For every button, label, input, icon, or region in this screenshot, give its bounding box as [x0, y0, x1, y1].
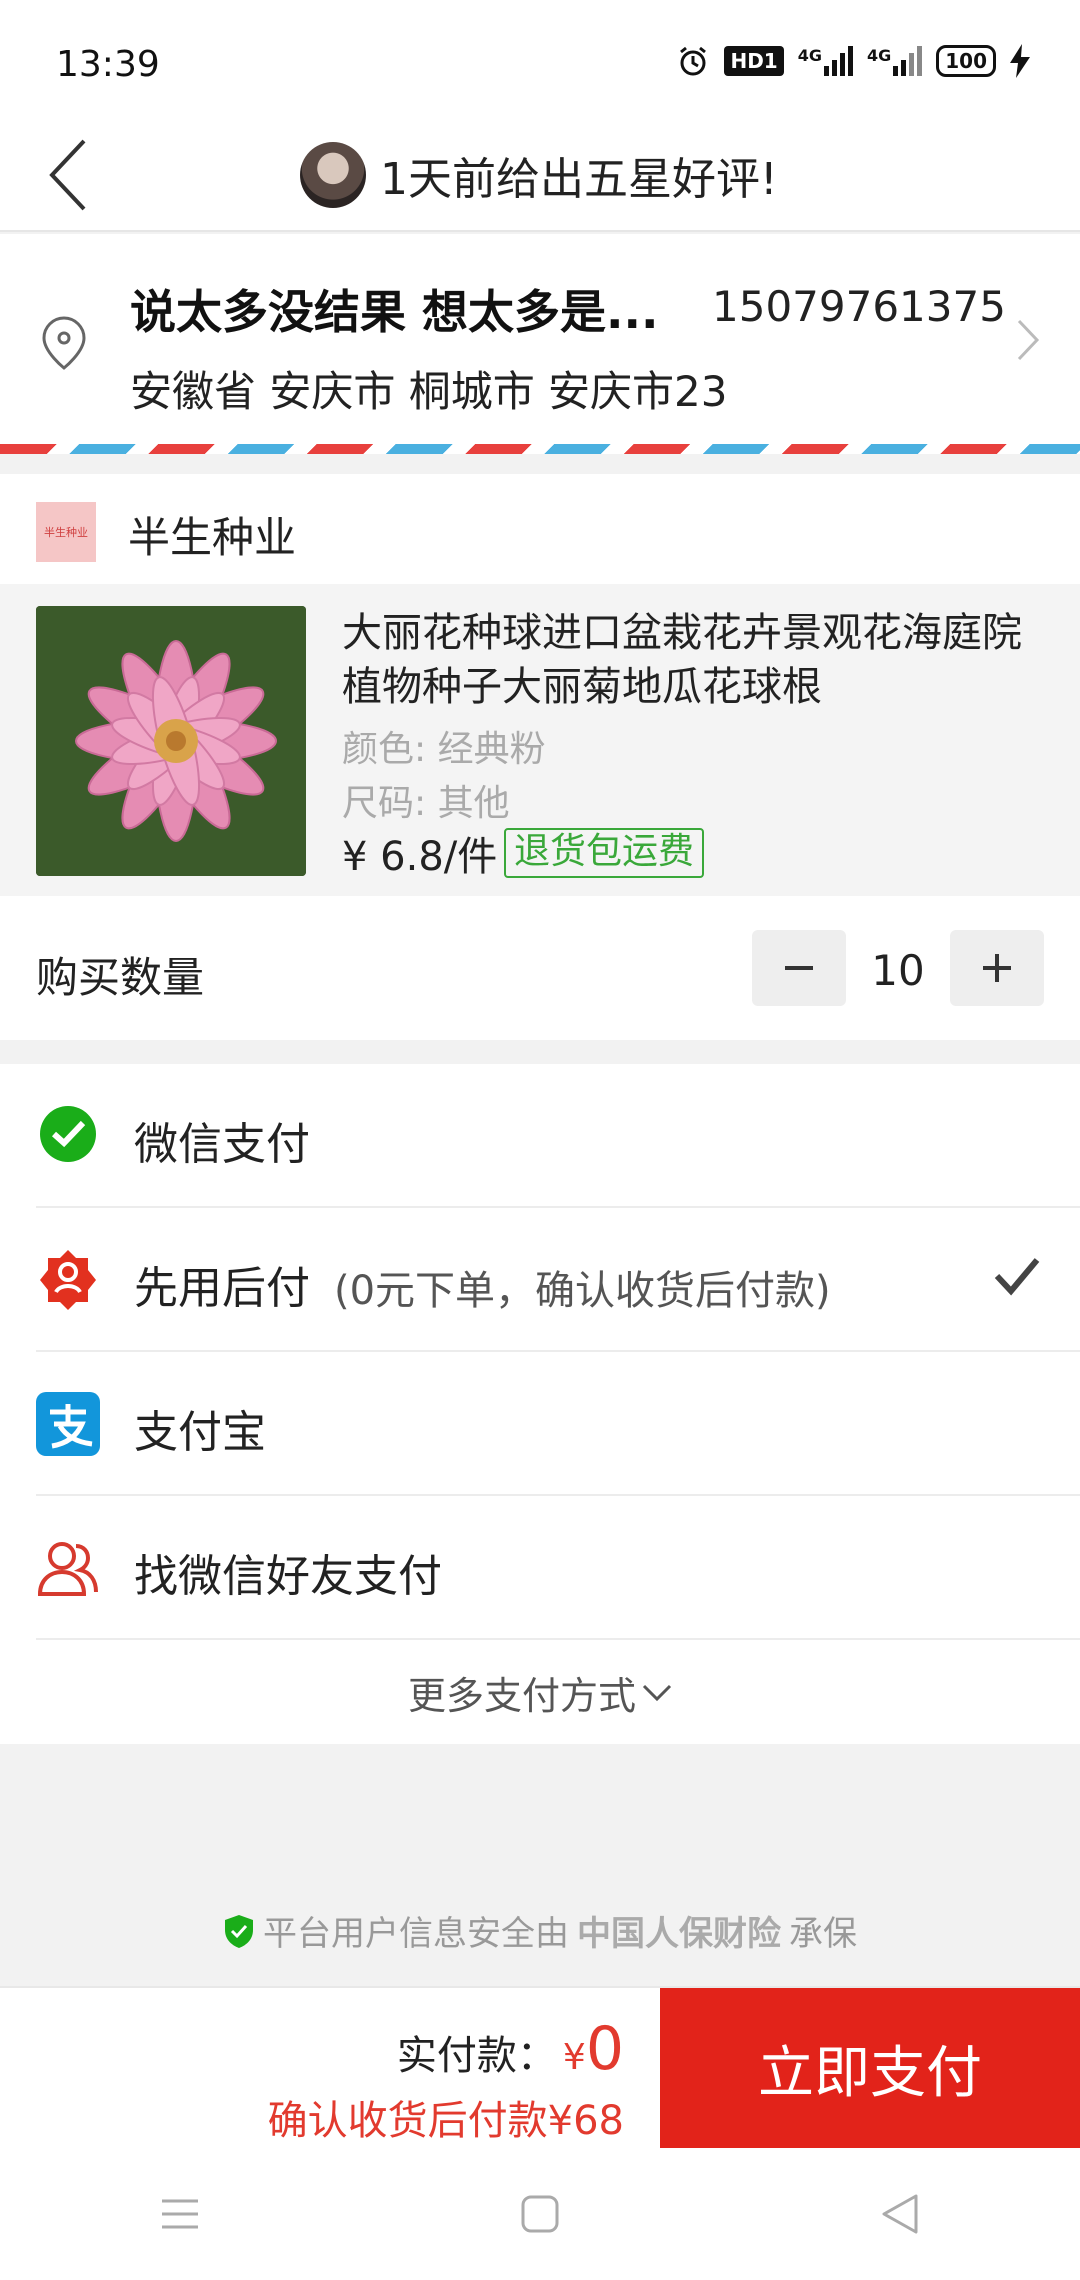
insurance-notice: 平台用户信息安全由 中国人保财险 承保 [0, 1906, 1080, 1955]
paid-amount-row: 实付款： ¥ 0 [397, 2014, 624, 2084]
hd-voice-icon: HD1 [724, 46, 784, 76]
quantity-decrease-button[interactable] [752, 930, 846, 1006]
alarm-icon [676, 44, 710, 78]
product-size: 尺码: 其他 [342, 783, 510, 824]
wechat-pay-label: 微信支付 [134, 1119, 310, 1170]
quantity-row: 购买数量 10 [0, 896, 1080, 1040]
avatar [300, 142, 366, 208]
more-payment-label: 更多支付方式 [407, 1673, 636, 1718]
product-image [36, 606, 306, 876]
insurance-prefix: 平台用户信息安全由 [263, 1914, 569, 1954]
payment-option-pay-later[interactable]: 先用后付 (0元下单，确认收货后付款) [36, 1208, 1080, 1352]
system-nav-bar [0, 2148, 1080, 2280]
pay-later-label: 先用后付 [134, 1263, 310, 1314]
shield-check-icon [225, 1914, 253, 1948]
payment-option-alipay[interactable]: 支付宝 [36, 1352, 1080, 1496]
address-border-stripe [0, 444, 1080, 454]
quantity-label: 购买数量 [36, 953, 205, 1002]
wechat-pay-icon [40, 1106, 96, 1162]
product-title: 大丽花种球进口盆栽花卉景观花海庭院植物种子大丽菊地瓜花球根 [342, 610, 1022, 710]
chevron-down-icon [642, 1684, 672, 1702]
pay-after-receipt-text: 确认收货后付款¥68 [267, 2098, 624, 2144]
address-line: 安徽省 安庆市 桐城市 安庆市23 [130, 367, 728, 416]
shop-row: 半生种业 半生种业 [0, 474, 1080, 584]
paid-label: 实付款： [396, 2033, 557, 2079]
quantity-increase-button[interactable] [950, 930, 1044, 1006]
network-type-2: 4G [866, 46, 892, 65]
status-icons: HD1 4G 4G 100 [676, 44, 1030, 78]
home-square-icon [521, 2195, 559, 2233]
nav-menu-button[interactable] [120, 2164, 240, 2264]
checkout-bar: 实付款： ¥ 0 确认收货后付款¥68 立即支付 [0, 1986, 1080, 2148]
network-type-1: 4G [797, 46, 822, 65]
shop-name: 半生种业 [128, 513, 297, 562]
pay-later-note: (0元下单，确认收货后付款) [334, 1268, 831, 1314]
recipient-phone: 15079761375 [712, 282, 1006, 331]
alipay-label: 支付宝 [134, 1407, 266, 1458]
signal-icon-2: 4G [866, 46, 923, 76]
quantity-value: 10 [871, 946, 925, 995]
status-bar: 13:39 HD1 4G 4G 100 [0, 0, 1080, 120]
checkmark-icon [994, 1258, 1040, 1296]
pay-now-button[interactable]: 立即支付 [660, 1988, 1080, 2148]
back-arrow-icon [49, 139, 86, 211]
friend-pay-label: 找微信好友支付 [134, 1551, 442, 1602]
product-card: 大丽花种球进口盆栽花卉景观花海庭院植物种子大丽菊地瓜花球根 颜色: 经典粉 尺码… [0, 584, 1080, 896]
nav-home-button[interactable] [480, 2164, 600, 2264]
location-icon [42, 316, 86, 370]
payment-option-wechat[interactable]: 微信支付 [36, 1064, 1080, 1208]
paid-currency: ¥ [562, 2037, 586, 2078]
battery-icon: 100 [936, 45, 996, 77]
insurance-company: 中国人保财险 [577, 1914, 781, 1954]
payment-option-friend[interactable]: 找微信好友支付 [36, 1496, 1080, 1640]
review-notice: 1天前给出五星好评! [300, 130, 778, 220]
more-payment-methods-button[interactable]: 更多支付方式 [0, 1640, 1080, 1744]
pay-later-icon [40, 1250, 96, 1310]
minus-icon [785, 966, 813, 970]
product-color: 颜色: 经典粉 [342, 729, 546, 770]
paid-amount: 0 [585, 2014, 624, 2084]
return-shipping-badge: 退货包运费 [504, 828, 705, 878]
nav-back-button[interactable] [840, 2164, 960, 2264]
header: 1天前给出五星好评! [0, 120, 1080, 232]
shop-logo: 半生种业 [36, 502, 96, 562]
plus-icon [983, 954, 1011, 982]
chevron-right-icon [1017, 319, 1040, 361]
friend-pay-icon [37, 1542, 98, 1596]
alipay-icon [36, 1392, 100, 1456]
product-price: ¥ 6.8/件 [342, 834, 498, 880]
menu-icon [162, 2199, 198, 2229]
signal-icon-1: 4G [798, 46, 853, 76]
insurance-suffix: 承保 [789, 1914, 857, 1954]
back-triangle-icon [882, 2194, 918, 2234]
recipient-name: 说太多没结果 想太多是... [130, 285, 659, 339]
back-button[interactable] [36, 130, 100, 220]
status-time: 13:39 [56, 44, 160, 85]
address-card[interactable]: 说太多没结果 想太多是... 15079761375 安徽省 安庆市 桐城市 安… [0, 234, 1080, 450]
charging-icon [1010, 44, 1030, 78]
review-text: 1天前给出五星好评! [380, 154, 778, 205]
